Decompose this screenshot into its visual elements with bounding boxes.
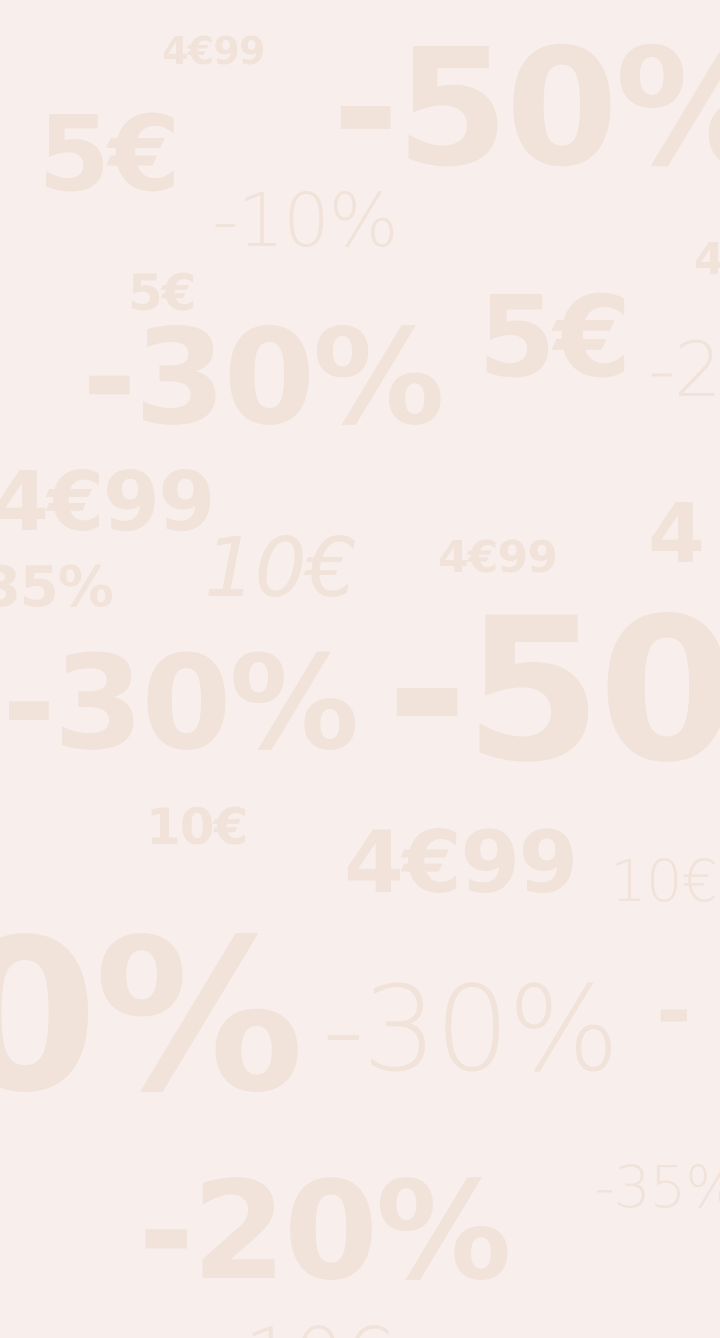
price-label: 10€: [244, 1318, 394, 1338]
price-label: 4€99: [0, 455, 215, 550]
price-label: 10€: [610, 847, 718, 915]
discount-label: -10%: [212, 178, 399, 264]
discount-label: -30%: [322, 960, 620, 1098]
discount-label: -35%: [594, 1153, 720, 1221]
price-label: 5€: [38, 93, 181, 215]
price-label: 4: [648, 487, 705, 582]
discount-label: -30%: [82, 301, 445, 455]
price-label: 4: [694, 234, 720, 285]
promo-pattern-background: 4€99 5€ -50% -10% 4 5€ -30% 5€ -2 4€99 1…: [0, 0, 720, 1338]
discount-label: -20%: [138, 1153, 512, 1311]
discount-label: 35%: [0, 555, 114, 620]
price-label: 10€: [204, 521, 357, 616]
discount-label: -2: [648, 325, 720, 414]
discount-label: -50%: [332, 15, 720, 203]
discount-label: -50: [386, 575, 720, 806]
price-label: 4€99: [162, 29, 265, 73]
price-label: 5€: [478, 273, 632, 403]
price-label: 4€99: [344, 813, 578, 913]
price-label: 10€: [146, 798, 248, 856]
price-label: 4€99: [438, 532, 558, 583]
discount-label: -: [656, 961, 692, 1061]
discount-label: -30%: [2, 627, 359, 779]
discount-label: 0%: [0, 894, 304, 1139]
